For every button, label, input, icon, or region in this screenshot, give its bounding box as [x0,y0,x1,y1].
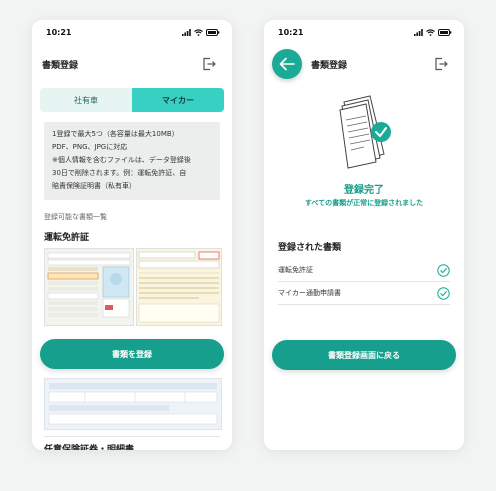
list-item: マイカー通勤申請書 [278,282,450,304]
back-button[interactable] [272,49,302,79]
registration-complete-screen: 10:21 書類登録 登録完了 すべての書類が正常に登録されました 登録された書… [264,20,464,450]
check-circle-icon [437,263,450,277]
logout-icon[interactable] [434,57,448,71]
status-time: 10:21 [278,28,304,37]
insurance-illustration [45,379,221,429]
signal-icon [182,29,191,36]
info-line: ※個人情報を含むファイルは、データ登録後 [52,156,191,164]
page-title: 書類登録 [42,61,79,71]
registered-doc-label: マイカー通勤申請書 [278,289,341,297]
status-bar: 10:21 [46,28,220,40]
list-divider [278,304,450,305]
info-line: 1登録で最大5つ（各容量は最大10MB） [52,130,179,138]
license-back-illustration [137,249,221,325]
info-line: PDF、PNG、JPGに対応 [52,143,128,151]
register-screen: 10:21 書類登録 社有車 マイカー 1登録で最大5つ（各容量は最大10MB）… [32,20,232,450]
wifi-icon [426,29,435,36]
signal-icon [414,29,423,36]
status-icons [414,29,452,36]
insurance-document-image [44,378,222,430]
status-time: 10:21 [46,28,72,37]
vehicle-type-tabs: 社有車 マイカー [40,88,224,112]
section-title-insurance: 任意保険証券・明細書 [44,445,135,450]
completion-title: 登録完了 [344,185,384,196]
completion-message: すべての書類が正常に登録されました [304,199,424,207]
wifi-icon [194,29,203,36]
license-front-illustration [45,249,133,325]
registered-docs-title: 登録された書類 [278,243,342,253]
logout-icon[interactable] [202,57,216,71]
battery-icon [206,29,220,36]
return-to-registration-button[interactable]: 書類登録画面に戻る [272,340,456,370]
info-line: 賠責保険証明書（私有車） [52,182,136,190]
tab-company-car[interactable]: 社有車 [40,88,132,112]
page-title: 書類登録 [311,61,348,71]
section-divider [44,436,220,437]
license-front-image [44,248,134,326]
section-title-license: 運転免許証 [44,233,90,243]
tab-my-car[interactable]: マイカー [132,88,224,112]
list-item: 運転免許証 [278,259,450,281]
registered-doc-label: 運転免許証 [278,266,313,274]
info-line: 30日で削除されます。例：運転免許証、自 [52,169,187,177]
status-bar: 10:21 [278,28,452,40]
status-icons [182,29,220,36]
registrable-docs-label: 登録可能な書類一覧 [44,213,107,221]
battery-icon [438,29,452,36]
arrow-left-icon [279,57,295,71]
check-circle-icon [437,286,450,300]
license-back-image [136,248,222,326]
register-documents-button[interactable]: 書類を登録 [40,339,224,369]
documents-complete-icon [339,95,391,169]
info-box: 1登録で最大5つ（各容量は最大10MB） PDF、PNG、JPGに対応 ※個人情… [44,122,220,200]
